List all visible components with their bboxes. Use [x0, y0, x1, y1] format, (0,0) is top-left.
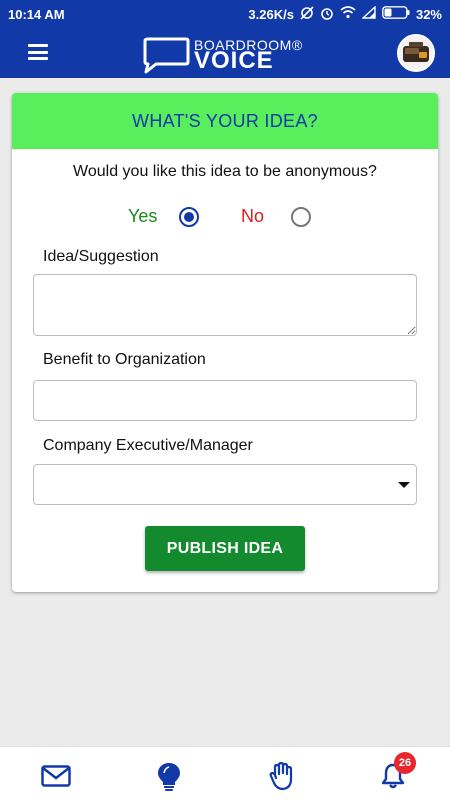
battery-icon	[382, 6, 410, 22]
anonymous-question: Would you like this idea to be anonymous…	[73, 163, 377, 180]
executive-select[interactable]	[33, 464, 417, 505]
idea-field[interactable]	[33, 274, 417, 336]
lightbulb-icon[interactable]	[153, 761, 185, 791]
executive-label: Company Executive/Manager	[43, 437, 253, 454]
sync-off-icon	[300, 5, 314, 23]
signal-icon	[361, 5, 376, 22]
status-time: 10:14 AM	[8, 6, 65, 22]
status-icons: 3.26K/s 32%	[248, 5, 442, 23]
publish-idea-button[interactable]: PUBLISH IDEA	[145, 526, 305, 571]
benefit-field[interactable]	[33, 380, 417, 421]
battery-percent: 32%	[415, 6, 442, 22]
form-title: WHAT'S YOUR IDEA?	[12, 93, 438, 149]
menu-icon[interactable]	[28, 44, 48, 60]
no-label[interactable]: No	[241, 206, 264, 227]
yes-label[interactable]: Yes	[128, 206, 157, 227]
network-speed: 3.26K/s	[248, 6, 294, 22]
alarm-icon	[320, 6, 334, 23]
status-bar: 10:14 AM 3.26K/s 32%	[0, 0, 450, 28]
app-bar: BOARDROOM® VOICE	[0, 28, 450, 78]
mail-icon[interactable]	[40, 761, 72, 791]
bottom-nav	[0, 746, 450, 800]
no-radio[interactable]	[291, 207, 311, 227]
avatar[interactable]	[397, 34, 435, 72]
yes-radio[interactable]	[179, 207, 199, 227]
idea-form-card: WHAT'S YOUR IDEA? Would you like this id…	[12, 93, 438, 592]
dropdown-arrow-icon	[398, 482, 410, 488]
app-logo: BOARDROOM® VOICE	[142, 34, 312, 74]
benefit-label: Benefit to Organization	[43, 351, 206, 368]
idea-label: Idea/Suggestion	[43, 248, 159, 265]
notification-badge: 26	[394, 752, 416, 774]
raised-hand-icon[interactable]	[266, 761, 298, 791]
wifi-icon	[340, 6, 356, 22]
brand-bottom-text: VOICE	[194, 47, 274, 74]
anonymous-radio-group: Yes No	[12, 205, 438, 229]
